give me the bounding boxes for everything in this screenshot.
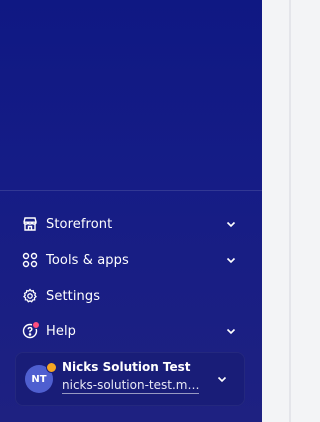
avatar-initials: NT [31,373,47,385]
storefront-icon [21,216,38,233]
account-name: Nicks Solution Test [62,360,191,374]
chevron-down-icon[interactable] [215,372,229,386]
main-content-edge [262,0,300,422]
account-info: Nicks Solution Test nicks-solution-test.… [62,360,207,398]
sidebar-item-storefront[interactable]: Storefront [12,209,250,239]
avatar: NT [25,362,57,393]
sidebar: Storefront Tools & apps Settings Help NT… [0,0,262,422]
chevron-down-icon [224,217,238,231]
account-switcher[interactable]: NT Nicks Solution Test nicks-solution-te… [15,352,245,406]
sidebar-item-label: Settings [46,288,101,304]
account-url-link[interactable]: nicks-solution-test.m… [62,378,200,394]
scrollbar-track [289,0,291,422]
sidebar-item-help[interactable]: Help [12,316,250,346]
sidebar-item-label: Help [46,323,77,339]
help-circle-icon [21,320,40,340]
sidebar-item-tools-apps[interactable]: Tools & apps [12,245,250,275]
chevron-down-icon [224,253,238,267]
status-dot [46,362,57,373]
sidebar-item-label: Storefront [46,216,113,232]
sidebar-item-label: Tools & apps [46,252,129,268]
gear-icon [21,288,38,305]
apps-grid-icon [21,252,38,269]
chevron-down-icon [224,324,238,338]
sidebar-item-settings[interactable]: Settings [12,281,250,311]
notification-badge [32,320,40,329]
sidebar-divider [0,190,262,191]
